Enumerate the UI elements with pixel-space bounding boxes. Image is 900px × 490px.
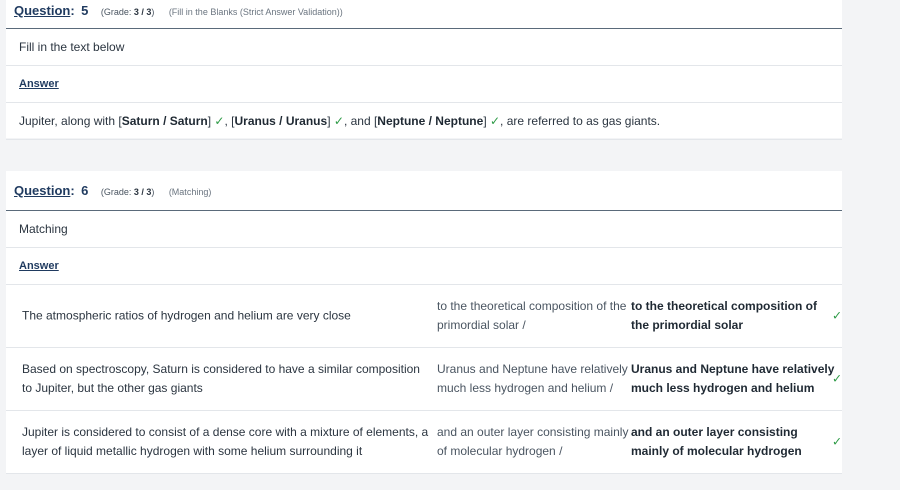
check-icon: ✓ bbox=[333, 114, 344, 128]
question-5-answer-row: Jupiter, along with [Saturn / Saturn] ✓,… bbox=[6, 103, 842, 140]
matching-response: and an outer layer consisting mainly of … bbox=[437, 425, 629, 458]
question-5-grade: (Grade: 3 / 3) bbox=[100, 7, 155, 17]
blank-3-answer: Neptune / Neptune bbox=[377, 114, 484, 128]
question-6-card: Question: 6 (Grade: 3 / 3) (Matching) Ma… bbox=[6, 171, 842, 474]
matching-correct-answer: and an outer layer consisting mainly of … bbox=[631, 425, 802, 458]
question-5-prompt-row: Fill in the text below bbox=[6, 29, 842, 66]
blank-1-answer: Saturn / Saturn bbox=[121, 114, 208, 128]
question-6-prompt-row: Matching bbox=[6, 211, 842, 248]
matching-response: Uranus and Neptune have relatively much … bbox=[437, 362, 628, 395]
question-6-prompt: Matching bbox=[19, 222, 68, 236]
question-6-answer-label: Answer bbox=[19, 260, 59, 272]
question-5-type: (Fill in the Blanks (Strict Answer Valid… bbox=[168, 7, 343, 17]
question-6-number: 6 bbox=[81, 183, 89, 198]
matching-response: to the theoretical composition of the pr… bbox=[437, 299, 627, 332]
question-5-number: 5 bbox=[81, 3, 89, 18]
question-5-answer-header-row: Answer bbox=[6, 66, 842, 103]
question-5-header: Question: 5 (Grade: 3 / 3) (Fill in the … bbox=[6, 0, 842, 29]
matching-statement: The atmospheric ratios of hydrogen and h… bbox=[22, 308, 351, 323]
matching-row: Based on spectroscopy, Saturn is conside… bbox=[6, 348, 842, 411]
question-5-prompt: Fill in the text below bbox=[19, 40, 125, 54]
question-6-answer-header-row: Answer bbox=[6, 248, 842, 285]
question-5-answer-sentence: Jupiter, along with [Saturn / Saturn] ✓,… bbox=[19, 114, 661, 128]
check-icon: ✓ bbox=[832, 434, 843, 449]
question-6-grade: (Grade: 3 / 3) bbox=[100, 187, 155, 197]
matching-row: Jupiter is considered to consist of a de… bbox=[6, 411, 842, 474]
blank-2-answer: Uranus / Uranus bbox=[234, 114, 328, 128]
check-icon: ✓ bbox=[214, 114, 225, 128]
question-6-link[interactable]: Question bbox=[14, 183, 70, 198]
matching-statement: Based on spectroscopy, Saturn is conside… bbox=[22, 362, 420, 395]
matching-row: The atmospheric ratios of hydrogen and h… bbox=[6, 285, 842, 348]
check-icon: ✓ bbox=[832, 371, 843, 386]
question-5-card: Question: 5 (Grade: 3 / 3) (Fill in the … bbox=[6, 0, 842, 140]
check-icon: ✓ bbox=[832, 308, 843, 323]
question-6-type: (Matching) bbox=[168, 187, 212, 197]
question-5-link[interactable]: Question bbox=[14, 3, 70, 18]
check-icon: ✓ bbox=[489, 114, 501, 128]
matching-correct-answer: Uranus and Neptune have relatively much … bbox=[631, 362, 835, 395]
matching-statement: Jupiter is considered to consist of a de… bbox=[22, 425, 429, 458]
question-5-answer-label: Answer bbox=[19, 78, 59, 90]
matching-correct-answer: to the theoretical composition of the pr… bbox=[631, 299, 818, 332]
question-6-header: Question: 6 (Grade: 3 / 3) (Matching) bbox=[6, 171, 842, 211]
